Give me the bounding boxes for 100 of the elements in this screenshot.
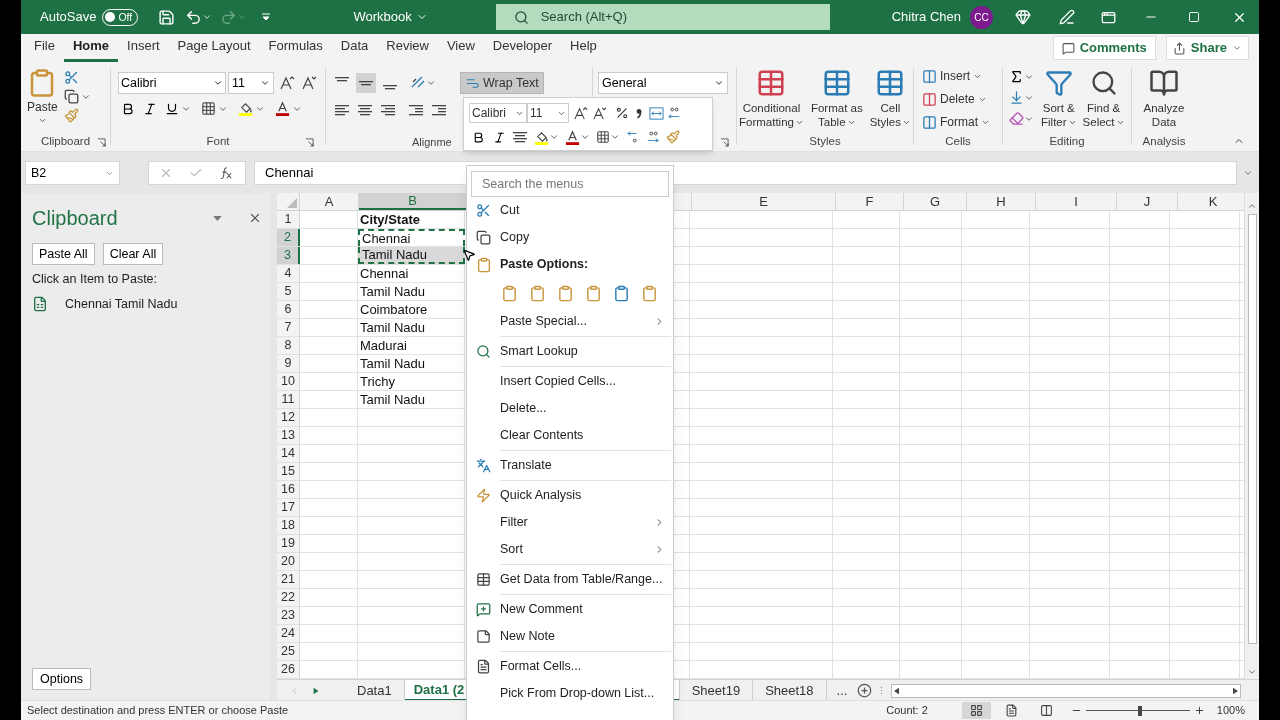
row-header[interactable]: 5 [277, 283, 300, 300]
row-header[interactable]: 24 [277, 625, 300, 642]
column-header[interactable]: H [967, 193, 1035, 210]
styles-button[interactable]: Cell Styles [866, 68, 915, 133]
ribbon-tab[interactable]: Review [377, 35, 438, 62]
maximize-icon[interactable] [1188, 11, 1200, 23]
search-icon[interactable] [513, 9, 529, 25]
options-button[interactable]: Options [32, 668, 92, 690]
menu-item[interactable]: Quick Analysis [467, 482, 673, 509]
italic-icon[interactable] [143, 101, 157, 116]
italic-icon[interactable] [493, 130, 506, 144]
pen-icon[interactable] [1059, 9, 1075, 25]
customize-icon[interactable] [261, 12, 272, 22]
underline-icon[interactable] [165, 101, 179, 116]
cut-icon[interactable] [63, 70, 79, 85]
row-header[interactable]: 19 [277, 535, 300, 552]
ribbon-display-icon[interactable] [1101, 9, 1116, 25]
menu-search-field[interactable]: Search the menus [471, 171, 669, 197]
caret-icon[interactable] [426, 78, 436, 88]
paste-option-icon[interactable] [501, 284, 518, 302]
align-center-icon[interactable] [512, 129, 528, 145]
row-header[interactable]: 2 [277, 229, 300, 246]
column-header[interactable]: E [692, 193, 835, 210]
paste-button[interactable]: Paste [27, 68, 58, 133]
font-size-field[interactable]: 11 [228, 72, 274, 94]
decrease-font-icon[interactable] [592, 105, 607, 121]
row-header[interactable]: 18 [277, 517, 300, 534]
borders-icon[interactable] [201, 101, 216, 116]
wrap-text-button[interactable]: Wrap Text [460, 72, 544, 94]
more-sheets[interactable]: ... [836, 680, 848, 700]
fill-color-icon[interactable] [534, 129, 549, 145]
editing-button[interactable]: Sort & Filter [1038, 68, 1080, 133]
column-header[interactable]: G [904, 193, 966, 210]
cells-icon[interactable] [922, 91, 937, 107]
page-layout-icon[interactable] [1004, 704, 1018, 717]
table-icon[interactable] [875, 68, 906, 98]
decrease-decimal-icon[interactable] [626, 130, 640, 144]
menu-item[interactable]: Format Cells... [467, 653, 673, 680]
format-painter-icon[interactable] [666, 130, 680, 144]
paste-option-icon[interactable] [585, 284, 602, 302]
row-header[interactable]: 16 [277, 481, 300, 498]
dialog-launcher-icon[interactable] [97, 138, 106, 147]
caret-icon[interactable] [549, 132, 559, 142]
ribbon-tab[interactable]: Help [561, 35, 606, 62]
editing-button[interactable]: Find & Select [1079, 68, 1128, 133]
ribbon-tab[interactable]: Data [331, 35, 378, 62]
close-icon[interactable] [248, 211, 262, 225]
align-right-icon[interactable] [380, 102, 396, 118]
increase-indent-icon[interactable] [431, 102, 447, 118]
pane-options-icon[interactable] [213, 215, 222, 221]
insert-function-icon[interactable] [219, 166, 233, 180]
menu-item[interactable]: Clear Contents [467, 422, 673, 449]
autosum-icon[interactable] [1009, 69, 1024, 84]
decrease-indent-icon[interactable] [408, 102, 424, 118]
row-header[interactable]: 15 [277, 463, 300, 480]
clipboard-item[interactable]: Chennai Tamil Nadu [65, 294, 178, 314]
caret-icon[interactable] [580, 132, 590, 142]
ribbon-tab[interactable]: Page Layout [168, 35, 260, 62]
align-left-icon[interactable] [334, 102, 350, 118]
cells-button[interactable]: Delete [922, 90, 994, 108]
zoom-in-icon[interactable] [1193, 705, 1205, 716]
cells-button[interactable]: Format [922, 113, 994, 131]
share-button[interactable]: Share [1165, 36, 1249, 60]
comment-icon[interactable] [1061, 41, 1075, 55]
save-icon[interactable] [158, 8, 176, 26]
row-header[interactable]: 23 [277, 607, 300, 624]
zoom-level[interactable]: 100% [1216, 702, 1245, 719]
font-size-field[interactable]: 11 [527, 103, 569, 123]
font-name-field[interactable]: Calibri [469, 103, 527, 123]
share-icon[interactable] [1172, 41, 1186, 55]
increase-font-icon[interactable] [573, 105, 588, 121]
paste-option-icon[interactable] [557, 284, 574, 302]
menu-item[interactable]: Smart Lookup [467, 338, 673, 365]
search-field[interactable]: Search (Alt+Q) [495, 4, 830, 30]
user-avatar[interactable]: CC [970, 5, 993, 29]
increase-font-icon[interactable] [279, 75, 295, 91]
comma-style-icon[interactable] [635, 106, 643, 120]
row-header[interactable]: 21 [277, 571, 300, 588]
copy-icon[interactable] [63, 89, 79, 104]
table-icon[interactable] [756, 68, 787, 98]
align-center-icon[interactable] [357, 102, 373, 118]
ribbon-tab[interactable]: Developer [483, 35, 562, 62]
ribbon-tab[interactable]: File [25, 35, 64, 62]
menu-item[interactable]: Sort [467, 536, 673, 563]
row-header[interactable]: 6 [277, 301, 300, 318]
scroll-up-icon[interactable] [1247, 201, 1257, 211]
menu-item[interactable]: Paste Special... [467, 308, 673, 335]
font-color-icon[interactable] [565, 129, 580, 145]
menu-item[interactable]: Pick From Drop-down List... [467, 680, 673, 707]
row-header[interactable]: 3 [277, 247, 300, 264]
font-color-icon[interactable] [275, 101, 290, 116]
ribbon-tab[interactable]: View [437, 35, 484, 62]
zoom-slider-thumb[interactable] [1137, 705, 1142, 716]
number-format-field[interactable]: General [598, 72, 728, 94]
scroll-down-icon[interactable] [1247, 667, 1257, 677]
column-header[interactable]: J [1117, 193, 1177, 210]
row-header[interactable]: 8 [277, 337, 300, 354]
row-header[interactable]: 22 [277, 589, 300, 606]
dialog-launcher-icon[interactable] [720, 137, 729, 147]
menu-item[interactable]: Filter [467, 509, 673, 536]
